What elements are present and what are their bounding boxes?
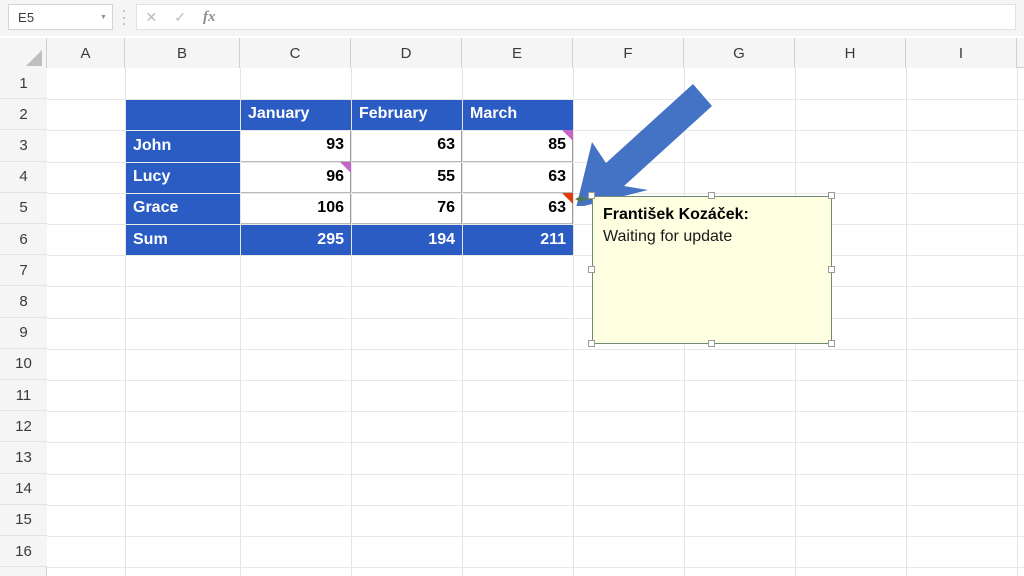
formula-bar: E5 ▼ ✕ ✓ fx bbox=[0, 0, 1024, 36]
gridline-horizontal bbox=[47, 411, 1024, 413]
row-header-1[interactable]: 1 bbox=[0, 68, 47, 100]
column-header-d[interactable]: D bbox=[351, 38, 462, 68]
table-row-label-sum[interactable]: Sum bbox=[125, 224, 240, 256]
comment-body: Waiting for update bbox=[603, 228, 733, 246]
row-header-12[interactable]: 12 bbox=[0, 411, 47, 443]
resize-handle-s[interactable] bbox=[708, 340, 715, 347]
excel-window: E5 ▼ ✕ ✓ fx ABCDEFGHI 1 2 3 4 5 6 7 8 9 10 11 12 13 1… bbox=[0, 0, 1024, 576]
column-header-g[interactable]: G bbox=[684, 38, 795, 68]
table-row-label-lucy[interactable]: Lucy bbox=[125, 161, 240, 193]
column-header-i[interactable]: I bbox=[906, 38, 1017, 68]
name-box[interactable]: E5 ▼ bbox=[8, 4, 113, 30]
row-header-11[interactable]: 11 bbox=[0, 380, 47, 412]
gridline-horizontal bbox=[47, 130, 1024, 132]
magenta-note-marker-e3 bbox=[562, 130, 573, 142]
table-header-february[interactable]: February bbox=[351, 99, 462, 131]
cell-comment-box[interactable]: František Kozáček: Waiting for update bbox=[592, 196, 832, 344]
formula-bar-buttons: ✕ ✓ fx bbox=[136, 4, 224, 30]
table-cell-value[interactable]: 106 bbox=[240, 192, 351, 224]
column-header-e[interactable]: E bbox=[462, 38, 573, 68]
row-header-10[interactable]: 10 bbox=[0, 348, 47, 380]
gridline-vertical bbox=[462, 68, 463, 576]
column-header-c[interactable]: C bbox=[240, 38, 351, 68]
resize-handle-sw[interactable] bbox=[588, 340, 595, 347]
gridline-horizontal bbox=[47, 255, 1024, 257]
column-header-h[interactable]: H bbox=[795, 38, 906, 68]
table-cell-value[interactable]: 85 bbox=[462, 130, 573, 162]
row-header-16[interactable]: 16 bbox=[0, 536, 47, 568]
row-header-5[interactable]: 5 bbox=[0, 192, 47, 224]
chevron-down-icon[interactable]: ▼ bbox=[98, 14, 112, 21]
select-all-corner[interactable] bbox=[0, 38, 47, 68]
table-header-blank[interactable] bbox=[125, 99, 240, 131]
table-cell-value[interactable]: 63 bbox=[351, 130, 462, 162]
table-total-value[interactable]: 194 bbox=[351, 224, 462, 256]
gridline-horizontal bbox=[47, 380, 1024, 381]
enter-icon[interactable]: ✓ bbox=[174, 10, 186, 24]
column-header-a[interactable]: A bbox=[47, 38, 125, 68]
table-total-value[interactable]: 211 bbox=[462, 224, 573, 256]
gridline-horizontal bbox=[47, 224, 1024, 225]
gridline-vertical bbox=[351, 68, 352, 576]
gridline-vertical bbox=[573, 68, 574, 576]
table-row-label-grace[interactable]: Grace bbox=[125, 192, 240, 224]
column-header-b[interactable]: B bbox=[125, 38, 240, 68]
formula-bar-separator bbox=[122, 10, 126, 25]
gridline-horizontal bbox=[47, 161, 1024, 163]
column-headers: ABCDEFGHI bbox=[0, 38, 1024, 68]
resize-handle-e[interactable] bbox=[828, 266, 835, 273]
row-header-8[interactable]: 8 bbox=[0, 286, 47, 318]
resize-handle-n[interactable] bbox=[708, 192, 715, 199]
gridline-horizontal bbox=[47, 317, 1024, 319]
table-cell-value[interactable]: 76 bbox=[351, 192, 462, 224]
table-cell-value[interactable]: 96 bbox=[240, 161, 351, 193]
table-cell-value[interactable]: 63 bbox=[462, 161, 573, 193]
resize-handle-ne[interactable] bbox=[828, 192, 835, 199]
name-box-value: E5 bbox=[18, 9, 35, 25]
gridline-horizontal bbox=[47, 473, 1024, 475]
gridline-vertical bbox=[906, 68, 907, 576]
table-header-march[interactable]: March bbox=[462, 99, 573, 131]
red-comment-marker-e5 bbox=[562, 192, 573, 204]
resize-handle-se[interactable] bbox=[828, 340, 835, 347]
gridline-vertical bbox=[125, 68, 126, 576]
row-header-7[interactable]: 7 bbox=[0, 255, 47, 287]
magenta-note-marker-c4 bbox=[340, 161, 351, 173]
row-header-4[interactable]: 4 bbox=[0, 161, 47, 193]
row-header-9[interactable]: 9 bbox=[0, 317, 47, 349]
row-header-14[interactable]: 14 bbox=[0, 473, 47, 505]
table-cell-value[interactable]: 55 bbox=[351, 161, 462, 193]
row-header-6[interactable]: 6 bbox=[0, 224, 47, 256]
comment-author: František Kozáček: bbox=[603, 206, 749, 223]
gridline-horizontal bbox=[47, 286, 1024, 288]
worksheet-grid[interactable]: January February March John 93 63 85 Lucy 96 55 63… bbox=[47, 68, 1024, 576]
gridline-vertical bbox=[240, 68, 241, 576]
row-header-15[interactable]: 15 bbox=[0, 504, 47, 536]
table-cell-value[interactable]: 93 bbox=[240, 130, 351, 162]
column-header-f[interactable]: F bbox=[573, 38, 684, 68]
table-header-january[interactable]: January bbox=[240, 99, 351, 131]
row-header-3[interactable]: 3 bbox=[0, 130, 47, 162]
row-headers: 1 2 3 4 5 6 7 8 9 10 11 12 13 14 15 16 bbox=[0, 68, 47, 576]
gridline-horizontal bbox=[47, 536, 1024, 537]
cancel-icon[interactable]: ✕ bbox=[146, 10, 158, 24]
gridline-horizontal bbox=[47, 348, 1024, 350]
formula-input[interactable] bbox=[224, 4, 1016, 30]
table-total-value[interactable]: 295 bbox=[240, 224, 351, 256]
gridline-vertical bbox=[1017, 68, 1018, 576]
table-row-label-john[interactable]: John bbox=[125, 130, 240, 162]
table-cell-value[interactable]: 63 bbox=[462, 192, 573, 224]
gridline-horizontal bbox=[47, 192, 1024, 194]
resize-handle-nw[interactable] bbox=[588, 192, 595, 199]
gridline-horizontal bbox=[47, 567, 1024, 569]
gridline-horizontal bbox=[47, 442, 1024, 444]
gridline-horizontal bbox=[47, 504, 1024, 506]
gridline-horizontal bbox=[47, 99, 1024, 101]
row-header-2[interactable]: 2 bbox=[0, 99, 47, 131]
row-header-13[interactable]: 13 bbox=[0, 442, 47, 474]
resize-handle-w[interactable] bbox=[588, 266, 595, 273]
insert-function-icon[interactable]: fx bbox=[203, 9, 216, 25]
